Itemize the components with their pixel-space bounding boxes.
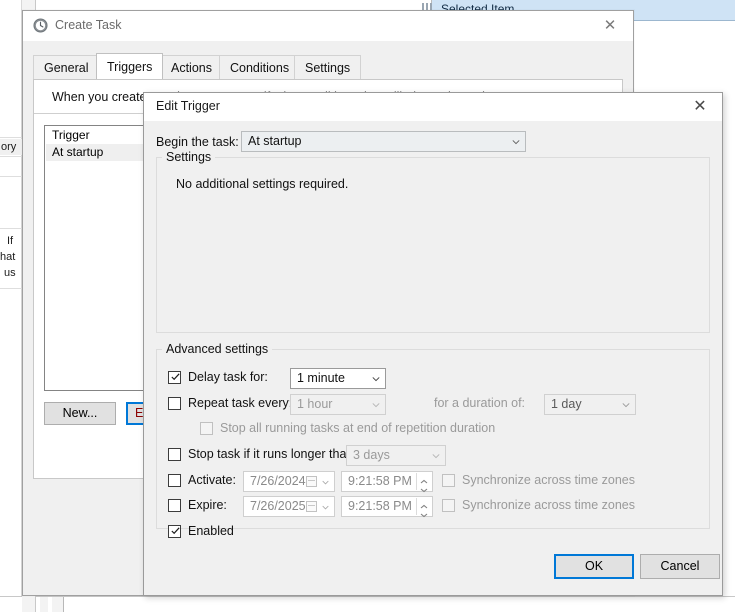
enabled-label: Enabled xyxy=(188,524,234,538)
background-bottom-block xyxy=(40,597,48,612)
stop-all-running-label: Stop all running tasks at end of repetit… xyxy=(220,421,496,435)
screen: ory If hat us Selected Item Create Task … xyxy=(0,0,735,612)
create-task-tabstrip: General Triggers Actions Conditions Sett… xyxy=(33,53,623,79)
trigger-list-row[interactable]: At startup xyxy=(46,144,158,161)
spinner-down-icon xyxy=(420,488,428,493)
repeat-task-value: 1 hour xyxy=(297,397,333,411)
calendar-icon xyxy=(306,476,317,487)
create-task-title: Create Task xyxy=(55,18,122,32)
edit-trigger-body: Begin the task: At startup Settings No a… xyxy=(144,121,722,595)
stop-task-longer-value: 3 days xyxy=(353,448,390,462)
delay-task-value: 1 minute xyxy=(297,371,345,385)
chevron-down-icon xyxy=(432,454,440,459)
expire-date-field[interactable]: 7/26/2025 xyxy=(243,496,335,517)
tab-actions[interactable]: Actions xyxy=(160,55,223,79)
activate-time-spinner[interactable] xyxy=(416,473,431,493)
background-left-column xyxy=(0,0,22,596)
duration-value: 1 day xyxy=(551,397,582,411)
stop-all-running-checkbox[interactable] xyxy=(200,422,213,435)
begin-task-label: Begin the task: xyxy=(156,135,239,149)
activate-sync-checkbox[interactable] xyxy=(442,474,455,487)
tab-conditions[interactable]: Conditions xyxy=(219,55,301,79)
edit-trigger-dialog: Edit Trigger ✕ Begin the task: At startu… xyxy=(143,92,723,596)
expire-date-value: 7/26/2025 xyxy=(250,499,306,513)
repeat-task-select[interactable]: 1 hour xyxy=(290,394,386,415)
edit-trigger-titlebar: Edit Trigger ✕ xyxy=(144,93,722,121)
activate-date-field[interactable]: 7/26/2024 xyxy=(243,471,335,492)
expire-time-field[interactable]: 9:21:58 PM xyxy=(341,496,433,518)
enabled-checkbox[interactable] xyxy=(168,525,181,538)
activate-time-value: 9:21:58 PM xyxy=(348,474,412,488)
background-bottom-block xyxy=(52,597,64,612)
chevron-down-icon xyxy=(322,480,329,485)
expire-sync-checkbox[interactable] xyxy=(442,499,455,512)
expire-time-spinner[interactable] xyxy=(416,498,431,518)
tab-settings[interactable]: Settings xyxy=(294,55,362,79)
trigger-list[interactable]: Trigger At startup xyxy=(44,125,158,391)
chevron-down-icon xyxy=(372,403,380,408)
expire-time-value: 9:21:58 PM xyxy=(348,499,412,513)
background-bottom-col xyxy=(22,596,36,612)
duration-select[interactable]: 1 day xyxy=(544,394,636,415)
settings-groupbox-legend: Settings xyxy=(162,150,216,164)
new-trigger-button[interactable]: New... xyxy=(44,402,116,425)
repeat-task-checkbox[interactable] xyxy=(168,397,181,410)
trigger-list-header: Trigger xyxy=(46,127,158,144)
close-icon[interactable]: ✕ xyxy=(593,16,627,36)
tab-triggers[interactable]: Triggers xyxy=(96,53,164,79)
expire-sync-label: Synchronize across time zones xyxy=(462,498,635,512)
calendar-icon xyxy=(306,501,317,512)
chevron-down-icon xyxy=(322,505,329,510)
chevron-down-icon xyxy=(622,403,630,408)
background-fragment-3: us xyxy=(4,267,16,279)
delay-task-label: Delay task for: xyxy=(188,370,268,384)
edit-trigger-title: Edit Trigger xyxy=(156,99,220,113)
duration-label: for a duration of: xyxy=(434,396,526,410)
delay-task-checkbox[interactable] xyxy=(168,371,181,384)
background-bottom-strip xyxy=(0,596,735,612)
expire-label: Expire: xyxy=(188,498,227,512)
check-icon xyxy=(171,527,180,535)
begin-task-select[interactable]: At startup xyxy=(241,131,526,152)
begin-task-value: At startup xyxy=(248,134,302,148)
activate-label: Activate: xyxy=(188,473,236,487)
cancel-button[interactable]: Cancel xyxy=(640,554,720,579)
clock-icon xyxy=(33,18,48,33)
background-fragment-1: If xyxy=(7,235,14,247)
settings-no-additional-text: No additional settings required. xyxy=(176,177,349,191)
expire-checkbox[interactable] xyxy=(168,499,181,512)
background-fragment-0: ory xyxy=(1,141,17,153)
ok-button[interactable]: OK xyxy=(554,554,634,579)
create-task-titlebar: Create Task ✕ xyxy=(23,11,633,41)
stop-task-longer-select[interactable]: 3 days xyxy=(346,445,446,466)
chevron-down-icon xyxy=(512,140,520,145)
stop-task-longer-checkbox[interactable] xyxy=(168,448,181,461)
chevron-down-icon xyxy=(372,377,380,382)
stop-task-longer-label: Stop task if it runs longer than: xyxy=(188,447,357,461)
activate-sync-label: Synchronize across time zones xyxy=(462,473,635,487)
activate-date-value: 7/26/2024 xyxy=(250,474,306,488)
repeat-task-label: Repeat task every: xyxy=(188,396,293,410)
background-fragment-2: hat xyxy=(0,251,16,263)
close-icon[interactable]: ✕ xyxy=(682,96,718,118)
spinner-down-icon xyxy=(420,513,428,518)
activate-checkbox[interactable] xyxy=(168,474,181,487)
check-icon xyxy=(171,373,180,381)
advanced-settings-legend: Advanced settings xyxy=(162,342,273,356)
delay-task-select[interactable]: 1 minute xyxy=(290,368,386,389)
tab-general[interactable]: General xyxy=(33,55,100,79)
activate-time-field[interactable]: 9:21:58 PM xyxy=(341,471,433,493)
